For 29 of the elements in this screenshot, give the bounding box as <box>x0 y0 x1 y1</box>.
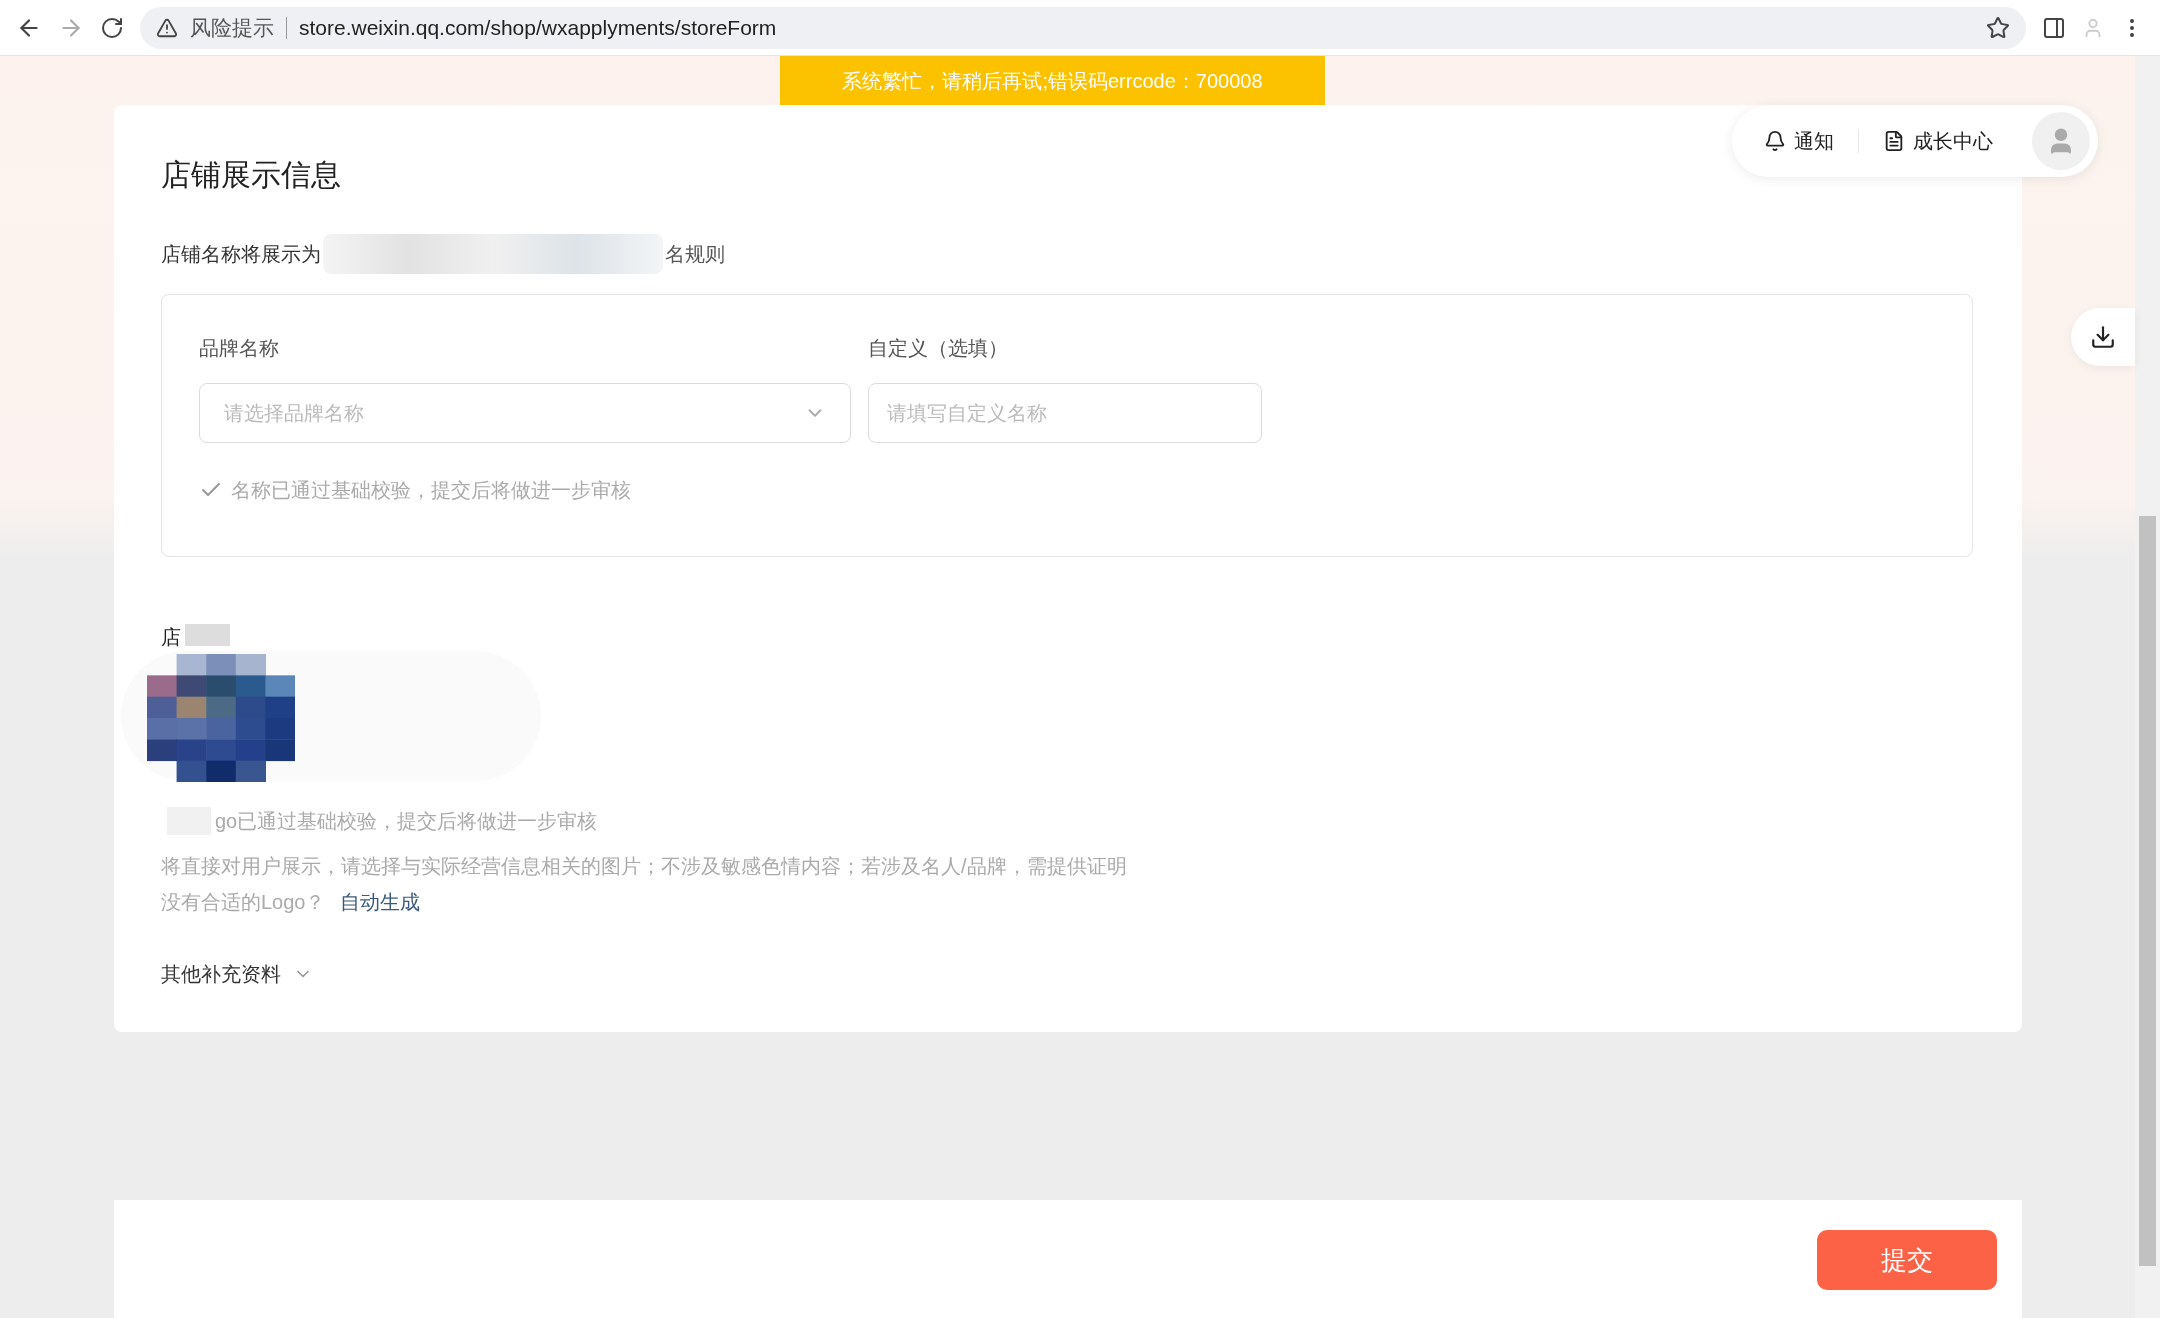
download-icon <box>2090 324 2116 350</box>
bell-icon <box>1764 130 1786 152</box>
growth-center-button[interactable]: 成长中心 <box>1883 126 1993 156</box>
address-bar[interactable]: 风险提示 store.weixin.qq.com/shop/wxapplyments/storeForm <box>140 6 2026 49</box>
security-label: 风险提示 <box>190 14 274 41</box>
warning-icon <box>156 16 178 39</box>
reload-icon[interactable] <box>100 15 124 40</box>
url-text: store.weixin.qq.com/shop/wxapplyments/storeForm <box>299 14 778 41</box>
logo-check-text: go已通过基础校验，提交后将做进一步审核 <box>215 809 598 834</box>
naming-rule-text: 名规则 <box>665 242 725 267</box>
download-button[interactable] <box>2071 308 2135 366</box>
bookmark-star-icon[interactable] <box>1986 15 2010 40</box>
field-label: 自定义（选填） <box>868 336 1009 361</box>
section-title: 店铺展示信息 <box>161 157 342 193</box>
side-panel-icon[interactable] <box>2042 15 2066 40</box>
name-check-text: 名称已通过基础校验，提交后将做进一步审核 <box>231 478 631 503</box>
error-banner: 系统繁忙，请稍后再试;错误码errcode：700008 <box>780 56 1325 105</box>
logo-hint-text: 将直接对用户展示，请选择与实际经营信息相关的图片；不涉及敏感色情内容；若涉及名人/品牌，需提供证明 <box>161 854 1128 879</box>
more-info-toggle[interactable]: 其他补充资料 <box>161 959 313 989</box>
logo-prompt-text: 没有合适的Logo？ <box>161 890 326 915</box>
custom-name-field[interactable]: 请填写自定义名称 <box>868 383 1262 443</box>
field-label: 品牌名称 <box>199 336 280 361</box>
logo-label: 店 <box>161 625 181 650</box>
name-preview-label: 店铺名称将展示为 <box>161 242 321 267</box>
document-icon <box>1883 130 1905 152</box>
notification-button[interactable]: 通知 <box>1764 126 1834 156</box>
redaction-blur <box>185 624 230 646</box>
select-placeholder: 请选择品牌名称 <box>224 401 364 426</box>
auto-generate-link[interactable]: 自动生成 <box>339 887 420 917</box>
